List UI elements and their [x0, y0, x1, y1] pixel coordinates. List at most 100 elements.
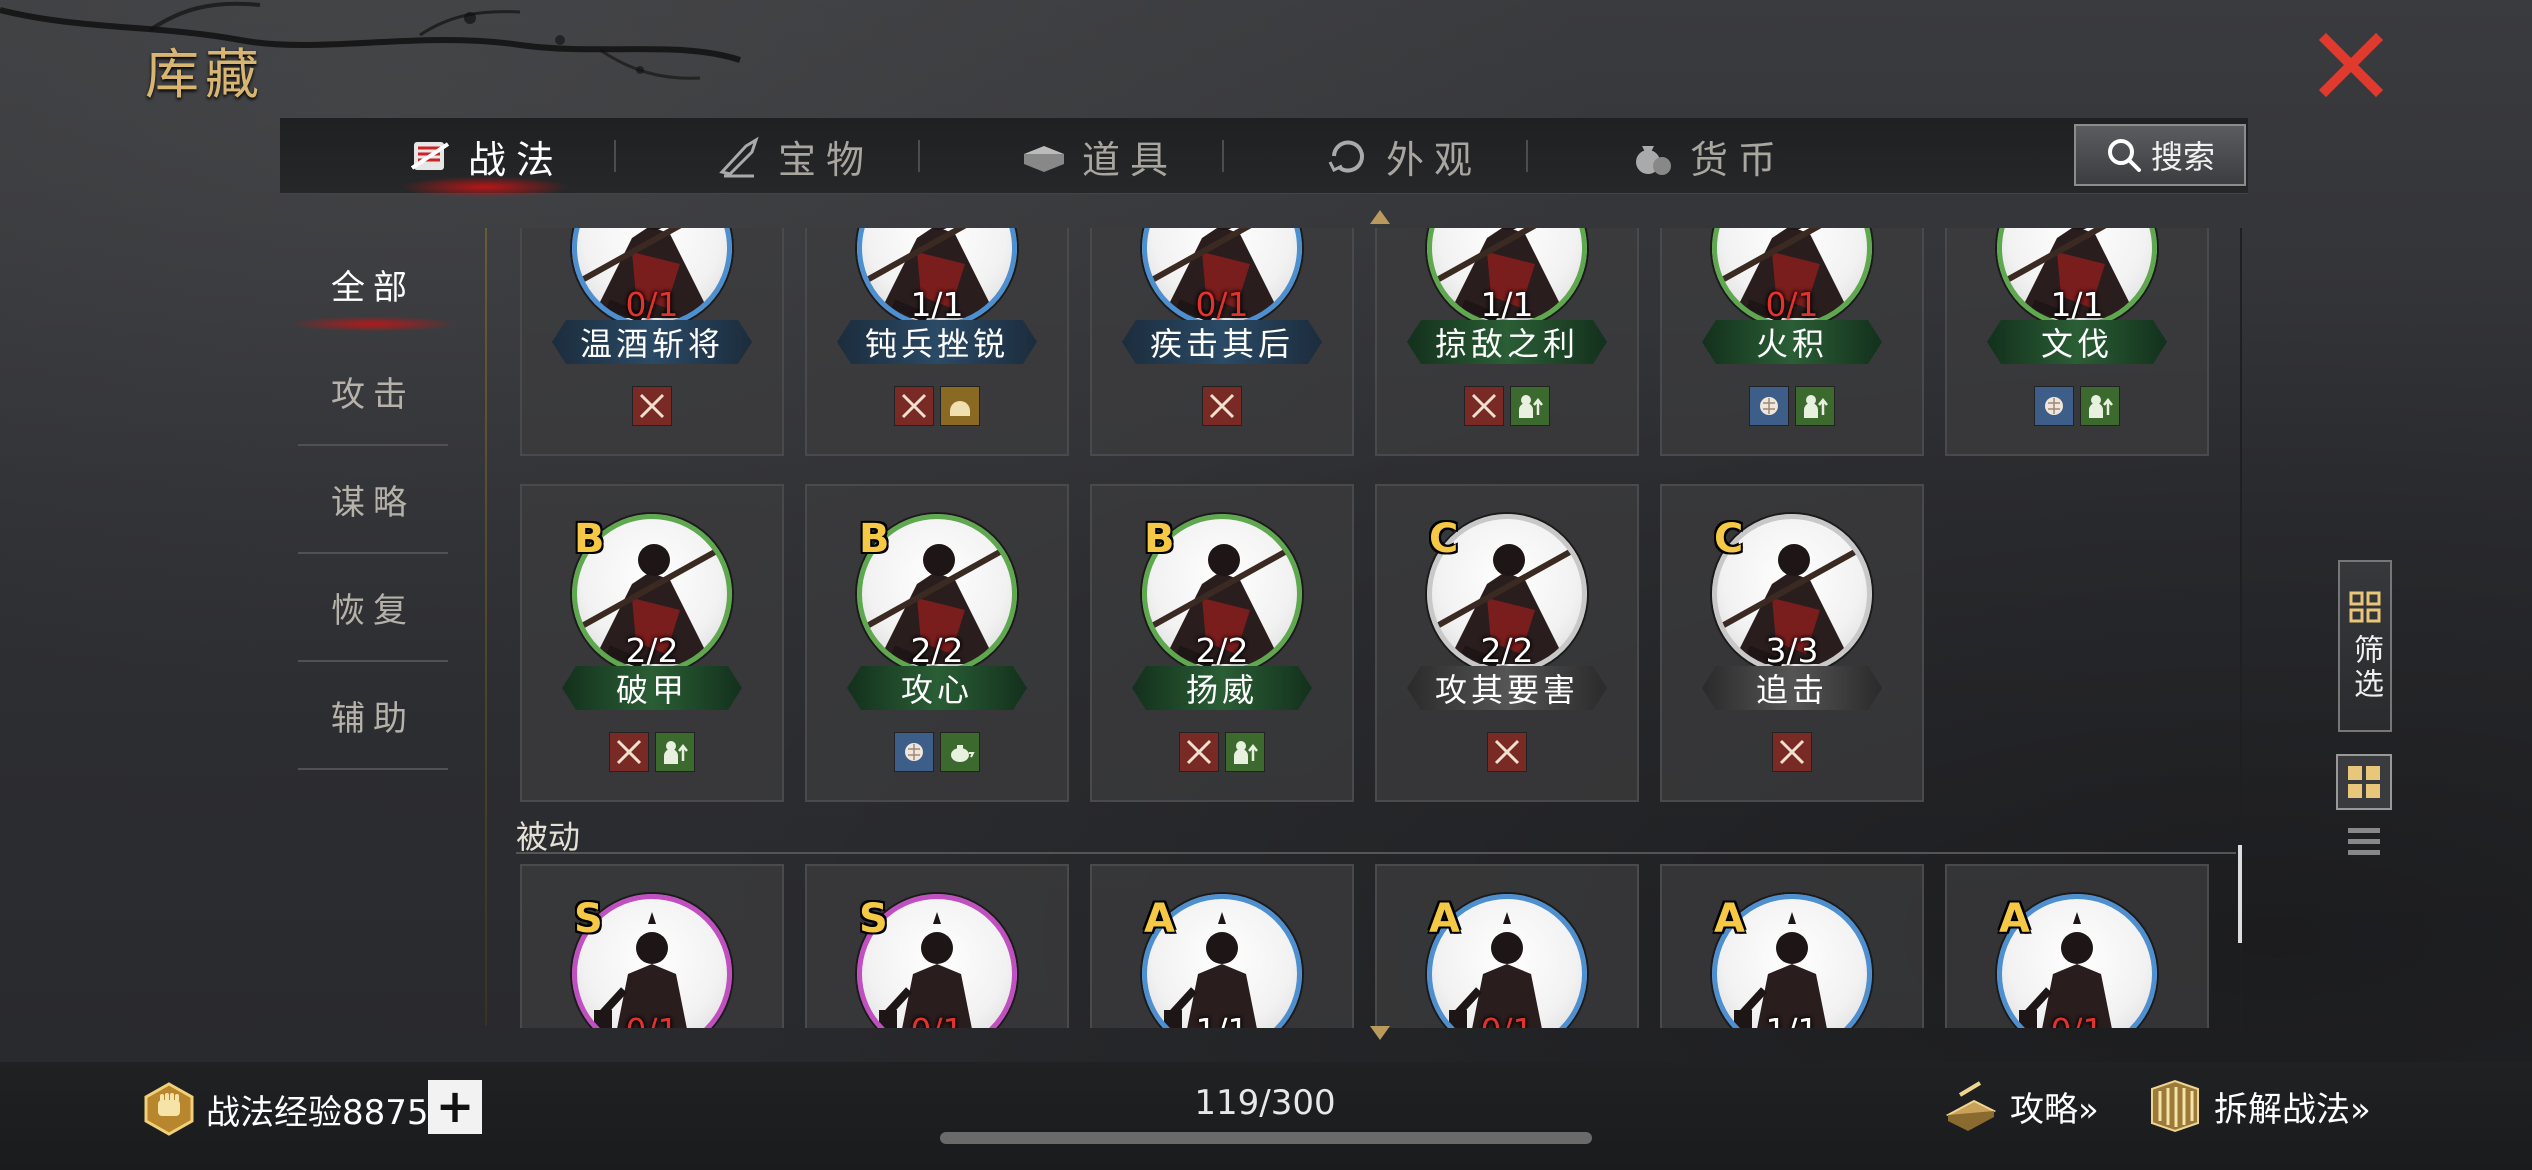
grade-badge: C: [1714, 516, 1744, 562]
passive-tactic-card[interactable]: A 1/1: [1660, 864, 1924, 1028]
list-view-icon: [2348, 828, 2380, 855]
crossed-swords-icon: [609, 732, 649, 772]
page-title: 库藏: [145, 43, 265, 106]
top-tab-bar: 战法 宝物 道具 外观 货币: [280, 118, 2248, 198]
tab-divider: [918, 140, 920, 172]
tactic-card[interactable]: B 2/2 破甲: [520, 484, 784, 802]
category-attack[interactable]: 攻击: [298, 338, 448, 446]
buff-icon: [2080, 386, 2120, 426]
close-icon[interactable]: [2316, 30, 2386, 100]
treasure-icon: [719, 136, 759, 178]
book-icon: [1945, 1081, 1997, 1131]
dismantle-tactic-button[interactable]: 拆解战法»: [2144, 1074, 2371, 1138]
grade-badge: A: [1144, 896, 1175, 942]
tag-row: [522, 732, 782, 772]
tactic-card[interactable]: B 2/2 扬威: [1090, 484, 1354, 802]
tactic-card[interactable]: 0/1 火积: [1660, 228, 1924, 456]
crossed-swords-icon: [1202, 386, 1242, 426]
scroll-bundle-icon: [2151, 1079, 2199, 1133]
scroll-down-icon[interactable]: [1370, 1026, 1390, 1040]
ink-branch-decoration: [0, 1, 741, 80]
strategy-guide-button[interactable]: 攻略»: [1940, 1074, 2099, 1138]
tab-currency[interactable]: 货币: [1602, 118, 1812, 194]
tactic-name: 扬威: [1132, 666, 1312, 710]
tactic-card[interactable]: 1/1 文伐: [1945, 228, 2209, 456]
owned-count: 2/2: [910, 631, 964, 670]
crossed-swords-icon: [894, 386, 934, 426]
warehouse-screen: 库藏 战法 宝物 道具 外观 货币 搜索 全部 攻击 谋略 恢复 辅助 0/1 …: [0, 0, 2532, 1170]
owned-count: 0/1: [1947, 1011, 2207, 1028]
grade-badge: C: [1429, 516, 1459, 562]
filter-button[interactable]: 筛选: [2338, 560, 2392, 732]
tactic-card[interactable]: 1/1 钝兵挫锐: [805, 228, 1069, 456]
tab-label: 外观: [1385, 137, 1482, 182]
tactic-card[interactable]: 1/1 掠敌之利: [1375, 228, 1639, 456]
passive-tactic-card[interactable]: A 1/1: [1090, 864, 1354, 1028]
tab-items[interactable]: 道具: [994, 118, 1204, 194]
tactic-card[interactable]: 0/1 疾击其后: [1090, 228, 1354, 456]
strategy-label: 攻略»: [2010, 1089, 2099, 1130]
crossed-swords-icon: [1464, 386, 1504, 426]
tactic-name: 火积: [1702, 320, 1882, 364]
brain-icon: [894, 732, 934, 772]
tab-tactics[interactable]: 战法: [380, 118, 590, 198]
grade-badge: S: [574, 896, 603, 942]
tag-row: [1092, 386, 1352, 426]
tab-treasure[interactable]: 宝物: [690, 118, 900, 194]
owned-count: 3/3: [1765, 631, 1819, 670]
passive-tactic-card[interactable]: S 0/1: [520, 864, 784, 1028]
category-strategy[interactable]: 谋略: [298, 446, 448, 554]
grid-filter-icon: [2349, 591, 2381, 623]
tactic-card[interactable]: C 3/3 追击: [1660, 484, 1924, 802]
tactic-name: 追击: [1702, 666, 1882, 710]
passive-tactic-card[interactable]: A 0/1: [1945, 864, 2209, 1028]
category-all[interactable]: 全部: [288, 230, 458, 338]
tab-label: 货币: [1689, 137, 1786, 182]
tactic-card[interactable]: B 2/2 攻心: [805, 484, 1069, 802]
owned-count: 0/1: [807, 1011, 1067, 1028]
scroll-icon: [410, 142, 450, 170]
tab-label: 宝物: [777, 137, 874, 182]
teapot-icon: [940, 732, 980, 772]
owned-count: 2/2: [1480, 631, 1534, 670]
home-indicator[interactable]: [940, 1132, 1592, 1144]
add-exp-button[interactable]: +: [428, 1080, 482, 1134]
tag-row: [807, 732, 1067, 772]
tab-divider: [614, 140, 616, 172]
tactic-card[interactable]: 0/1 温酒斩将: [520, 228, 784, 456]
grid-view-icon: [2348, 766, 2380, 798]
scrollbar-thumb[interactable]: [2238, 845, 2242, 943]
owned-count: 2/2: [1195, 631, 1249, 670]
search-icon: [2107, 139, 2141, 172]
tag-row: [1947, 386, 2207, 426]
grade-badge: A: [1999, 896, 2030, 942]
tactic-card[interactable]: C 2/2 攻其要害: [1375, 484, 1639, 802]
crossed-swords-icon: [1772, 732, 1812, 772]
tag-row: [807, 386, 1067, 426]
passive-tactic-card[interactable]: A 0/1: [1375, 864, 1639, 1028]
chest-icon: [1023, 146, 1064, 172]
buff-icon: [1225, 732, 1265, 772]
buff-icon: [1795, 386, 1835, 426]
owned-count: 0/1: [522, 1011, 782, 1028]
owned-count: 2/2: [625, 631, 679, 670]
passive-tactic-card[interactable]: S 0/1: [805, 864, 1069, 1028]
tab-appearance[interactable]: 外观: [1298, 118, 1508, 194]
grade-badge: S: [859, 896, 888, 942]
list-view-button[interactable]: [2336, 818, 2392, 866]
tag-row: [1662, 386, 1922, 426]
tag-row: [1092, 732, 1352, 772]
tactic-name: 钝兵挫锐: [837, 320, 1037, 364]
helmet-icon: [940, 386, 980, 426]
category-recovery[interactable]: 恢复: [298, 554, 448, 662]
tactic-name: 掠敌之利: [1407, 320, 1607, 364]
tab-divider: [1222, 140, 1224, 172]
category-support[interactable]: 辅助: [298, 662, 448, 770]
owned-count: 0/1: [625, 285, 679, 324]
section-divider: [516, 852, 2236, 854]
tag-row: [1662, 732, 1922, 772]
scroll-up-icon[interactable]: [1370, 210, 1390, 224]
search-button[interactable]: 搜索: [2074, 124, 2246, 186]
owned-count: 1/1: [2050, 285, 2104, 324]
grid-view-button[interactable]: [2336, 754, 2392, 810]
